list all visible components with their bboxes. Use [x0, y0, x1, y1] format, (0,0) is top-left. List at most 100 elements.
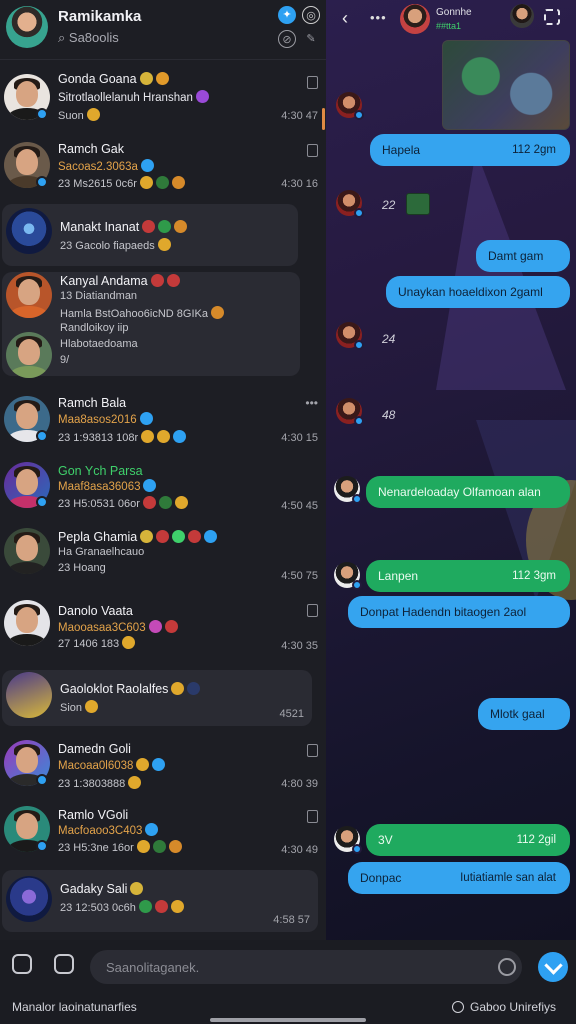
search-icon: ⌕: [58, 30, 66, 45]
message-time: 4:30 16: [281, 178, 318, 190]
message-time: 4:50 75: [281, 570, 318, 582]
home-indicator[interactable]: [210, 1018, 366, 1022]
expand-icon[interactable]: [544, 9, 560, 25]
chat-contact-avatar[interactable]: [400, 4, 430, 34]
avatar: [6, 208, 52, 254]
send-button[interactable]: [538, 952, 568, 982]
profile-avatar[interactable]: [6, 6, 48, 48]
avatar: [4, 528, 50, 574]
sender-avatar: [334, 826, 362, 854]
edit-icon[interactable]: ✎: [302, 30, 320, 48]
message-bubble[interactable]: Damt gam: [476, 240, 570, 272]
conversation-item[interactable]: Ramlo VGoli Macfoaoo3C403 23 H5:3ne 16or…: [0, 804, 326, 870]
message-bubble[interactable]: Donpat Hadendn bitaogen 2aol: [348, 596, 570, 628]
message-bubble[interactable]: Donpac Iutiatiamle san alat: [348, 862, 570, 894]
message-meta: 23 H5:3ne 16or: [58, 840, 182, 854]
message-meta: 23 1:3803888: [58, 776, 142, 790]
contact-name: Kanyal Andama: [60, 274, 180, 288]
message-time: 112 3gm: [512, 570, 556, 582]
message-preview: Sitrotlaollelanuh Hranshan: [58, 90, 209, 104]
online-badge-icon: [36, 108, 48, 120]
emoji-icon[interactable]: [498, 958, 516, 976]
message-preview: Sacoas2.3063a: [58, 159, 154, 173]
message-preview: 13 Diatiandman: [60, 290, 138, 302]
app-title: Ramikamka: [58, 8, 142, 25]
contact-name: Damedn Goli: [58, 742, 131, 756]
conversation-item[interactable]: Gadaky Sali 23 12:503 0c6h 4:58 57: [2, 870, 318, 932]
contact-name: Gaoloklot Raolalfes: [60, 682, 201, 696]
secondary-avatar[interactable]: [510, 4, 534, 28]
camera-icon[interactable]: [12, 954, 32, 974]
sticker-image[interactable]: [406, 193, 430, 215]
message-preview: Macfoaoo3C403: [58, 823, 159, 837]
message-bubble[interactable]: 3V 112 2gil: [366, 824, 570, 856]
sender-avatar: [336, 322, 364, 350]
online-badge-icon: [36, 840, 48, 852]
message-count: 24: [382, 332, 396, 346]
contact-name: Gonda Goana: [58, 72, 169, 86]
attachment-icon[interactable]: [54, 954, 74, 974]
conversation-list-pane: Ramikamka ⌕ Sa8oolis ✦ ◎ ⊘ ✎ Gonda Goana…: [0, 0, 326, 940]
message-meta: 23 Gacolo fiapaeds: [60, 238, 171, 252]
message-meta: 27 1406 183: [58, 636, 136, 650]
info-icon[interactable]: [452, 1001, 464, 1013]
contact-name: Gon Ych Parsa: [58, 464, 143, 478]
more-dots-icon[interactable]: •••: [305, 396, 318, 410]
filter-icon[interactable]: ⊘: [278, 30, 296, 48]
message-bubble[interactable]: Unaykan hoaeldixon 2gaml: [386, 276, 570, 308]
message-preview: Maooasaa3C603: [58, 620, 178, 634]
message-meta: Suon: [58, 108, 100, 122]
conversation-item[interactable]: Ramch Gak Sacoas2.3063a 23 Ms2615 0c6r 4…: [0, 138, 326, 204]
message-input-wrapper: [90, 950, 522, 984]
footer-left-text: Manalor laoinatunarfies: [12, 1000, 137, 1014]
document-icon: [307, 604, 318, 617]
message-bubble[interactable]: Hapela 112 2gm: [370, 134, 570, 166]
shared-image[interactable]: [442, 40, 570, 130]
message-preview: Hamla BstOahoo6icND 8GIKa: [60, 306, 224, 320]
message-meta: 23 Hoang: [58, 562, 106, 574]
chat-header: ‹ ••• Gonnhe ##tta1: [326, 0, 576, 38]
conversation-item[interactable]: Ramch Bala Maa8asos2016 23 1:93813 108r …: [0, 394, 326, 460]
conversation-item[interactable]: Gonda Goana Sitrotlaollelanuh Hranshan S…: [0, 70, 326, 136]
conversation-item[interactable]: Kanyal Andama 13 Diatiandman Hamla BstOa…: [2, 272, 300, 378]
conversation-item[interactable]: Gaoloklot Raolalfes Sion 4521: [2, 670, 312, 726]
status-icon[interactable]: ◎: [302, 6, 320, 24]
message-time: 4:58 57: [273, 914, 310, 926]
message-time: 112 2gm: [512, 144, 556, 156]
document-icon: [307, 76, 318, 89]
conversation-item[interactable]: Damedn Goli Macoaa0l6038 23 1:3803888 4:…: [0, 738, 326, 804]
message-meta: 9/: [60, 354, 70, 366]
conversation-list-header: Ramikamka ⌕ Sa8oolis ✦ ◎ ⊘ ✎: [0, 0, 326, 60]
chat-contact-status: ##tta1: [436, 21, 462, 31]
document-icon: [307, 144, 318, 157]
back-arrow-icon[interactable]: ‹: [342, 8, 348, 29]
search-bar[interactable]: ⌕ Sa8oolis: [58, 30, 119, 46]
avatar: [6, 272, 52, 318]
message-input[interactable]: [106, 950, 486, 984]
conversation-item[interactable]: Gon Ych Parsa Maaf8asa36063 23 H5:0531 0…: [0, 460, 326, 526]
message-time: 4521: [279, 708, 304, 720]
footer-right-text[interactable]: Gaboo Unirefiys: [470, 1000, 556, 1014]
message-meta: 23 1:93813 108r: [58, 430, 187, 444]
message-bubble[interactable]: Lanpen 112 3gm: [366, 560, 570, 592]
chat-contact-name[interactable]: Gonnhe: [436, 7, 472, 18]
more-dots-icon[interactable]: •••: [370, 10, 387, 25]
message-count: 48: [382, 408, 396, 422]
search-label: Sa8oolis: [68, 30, 119, 45]
sender-avatar: [334, 562, 362, 590]
message-time: 4:30 15: [281, 432, 318, 444]
conversation-item[interactable]: Danolo Vaata Maooasaa3C603 27 1406 183 4…: [0, 598, 326, 664]
avatar: [6, 876, 52, 922]
sender-avatar: [336, 92, 364, 120]
conversation-item[interactable]: Pepla Ghamia Ha Granaelhcauo 23 Hoang 4:…: [0, 526, 326, 592]
message-bubble[interactable]: Mlotk gaal: [478, 698, 570, 730]
document-icon: [307, 744, 318, 757]
conversation-item-selected[interactable]: Manakt Inanat 23 Gacolo fiapaeds: [2, 204, 298, 266]
online-badge-icon: [36, 496, 48, 508]
message-bubble[interactable]: Nenardeloaday Olfamoan alan: [366, 476, 570, 508]
contact-name: Ramch Bala: [58, 396, 127, 410]
new-chat-icon[interactable]: ✦: [278, 6, 296, 24]
online-badge-icon: [36, 430, 48, 442]
message-meta: 23 H5:0531 06or: [58, 496, 188, 510]
chat-pane: ‹ ••• Gonnhe ##tta1 Hapela 112 2gm 22 Dam…: [326, 0, 576, 940]
